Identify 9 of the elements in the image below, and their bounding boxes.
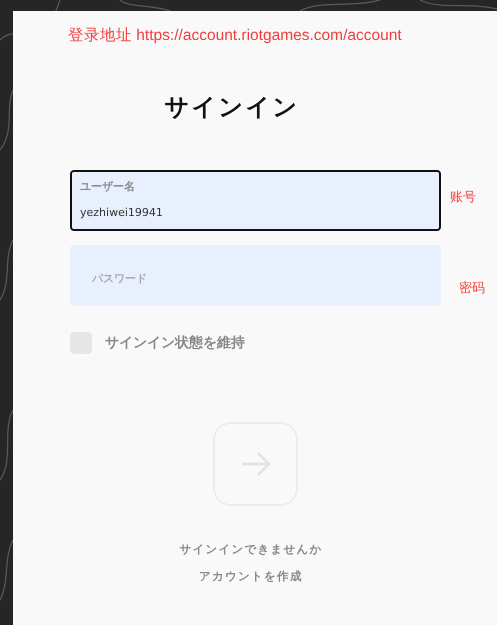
page-title: サインイン [164, 93, 300, 122]
checkbox-label: サインイン状態を維持 [105, 334, 245, 353]
annotation-text: 账号 [450, 189, 476, 208]
input-field[interactable]: ユーザー名 yezhiwei19941 [70, 170, 441, 232]
annotation-text: 登录地址 https://account.riotgames.com/account [68, 27, 402, 44]
text-link[interactable]: アカウントを作成 [199, 568, 303, 585]
input-field[interactable]: パスワード [70, 245, 441, 306]
annotation-text: 密码 [459, 280, 485, 298]
text-link[interactable]: サインインできませんか [180, 541, 322, 558]
